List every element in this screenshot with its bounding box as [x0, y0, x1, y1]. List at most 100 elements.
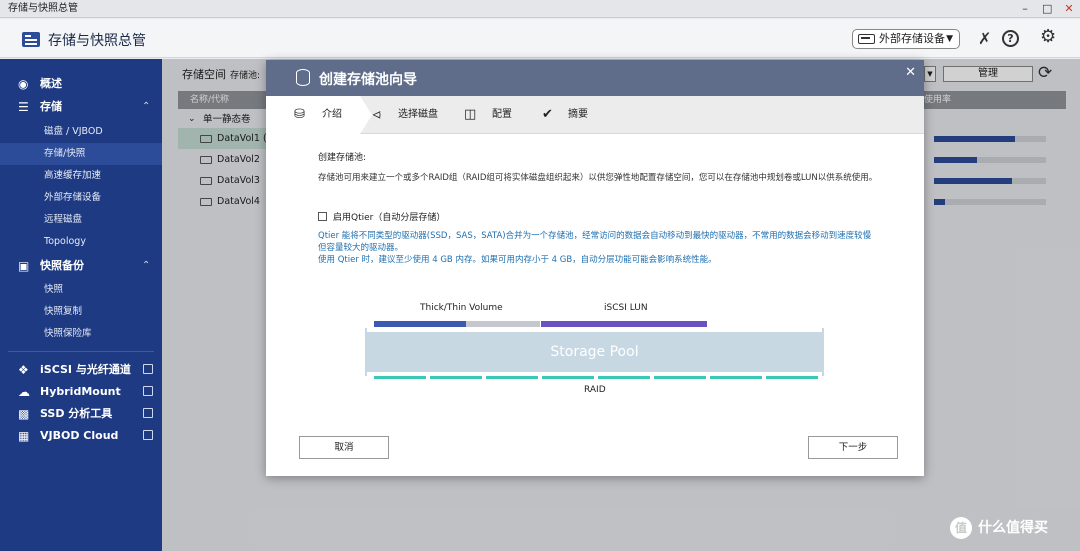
iscsi-icon: ❖ — [18, 363, 29, 377]
qtier-checkbox-label: 启用Qtier（自动分层存储） — [333, 213, 446, 223]
storage-pool-icon — [296, 69, 310, 86]
sidebar-group-storage[interactable]: ☰ 存储 ⌃ — [0, 96, 162, 118]
qtier-info-line: Qtier 能将不同类型的驱动器(SSD，SAS，SATA)合并为一个存储池，经… — [318, 231, 872, 253]
volume-thin-bar — [466, 321, 540, 327]
chevron-up-icon: ⌃ — [142, 260, 151, 271]
sidebar-item-label: 概述 — [40, 77, 62, 90]
pool-description: 存储池可用来建立一个或多个RAID组（RAID组可将实体磁盘组织起来）以供您弹性… — [318, 173, 878, 183]
sidebar-link-label: HybridMount — [40, 385, 121, 398]
database-icon: ☰ — [18, 100, 29, 114]
qtier-info-line: 使用 Qtier 时，建议至少使用 4 GB 内存。如果可用内存小于 4 GB，… — [318, 255, 717, 265]
sidebar-group-label: 存储 — [40, 100, 62, 113]
sidebar-link-label: iSCSI 与光纤通道 — [40, 363, 131, 376]
sidebar-item-external-storage[interactable]: 外部存储设备 — [0, 187, 162, 209]
step-label: 摘要 — [568, 109, 588, 120]
sidebar-link-iscsi[interactable]: ❖ iSCSI 与光纤通道 — [0, 359, 162, 381]
step-summary: ✔ 摘要 — [542, 96, 602, 134]
sidebar-link-hybridmount[interactable]: ☁ HybridMount — [0, 381, 162, 403]
sidebar-link-ssd-tool[interactable]: ▩ SSD 分析工具 — [0, 403, 162, 425]
close-icon[interactable]: ✕ — [905, 65, 916, 80]
sidebar-item-disks[interactable]: 磁盘 / VJBOD — [0, 121, 162, 143]
next-button[interactable]: 下一步 — [808, 436, 898, 459]
external-link-icon — [143, 364, 153, 374]
watermark-logo-icon: 值 — [950, 517, 972, 539]
step-label: 介绍 — [322, 109, 342, 120]
watermark-text: 什么值得买 — [978, 520, 1048, 536]
sidebar: ◉ 概述 ☰ 存储 ⌃ 磁盘 / VJBOD 存储/快照 高速缓存加速 外部存储… — [0, 59, 162, 551]
diagram-lun-label: iSCSI LUN — [604, 303, 648, 313]
step-configure: ◫ 配置 — [464, 96, 524, 134]
sidebar-item-snapshot-replica[interactable]: 快照复制 — [0, 301, 162, 323]
window-controls: – □ ✕ — [1020, 0, 1074, 18]
step-label: 配置 — [492, 109, 512, 120]
section-title: 创建存储池: — [318, 153, 367, 163]
diagram-volume-label: Thick/Thin Volume — [420, 303, 503, 313]
sidebar-item-overview[interactable]: ◉ 概述 — [0, 73, 162, 95]
step-select-disks: ⏿ 选择磁盘 — [372, 96, 452, 134]
chevron-down-icon: ▼ — [946, 34, 953, 44]
external-device-label: 外部存储设备 — [879, 32, 945, 45]
watermark: 值 什么值得买 — [950, 517, 1070, 539]
minimize-icon[interactable]: – — [1020, 0, 1030, 18]
lun-bar — [541, 321, 707, 327]
dialog-header: 创建存储池向导 ✕ — [266, 60, 924, 96]
cloud-icon: ☁ — [18, 385, 30, 399]
raid-segment — [542, 376, 594, 379]
raid-segment — [598, 376, 650, 379]
external-drive-icon — [858, 34, 875, 44]
snapshot-icon: ▣ — [18, 259, 30, 273]
step-intro: ⛁ 介绍 — [266, 96, 360, 134]
diagram-raid-label: RAID — [584, 385, 606, 395]
raid-segment — [430, 376, 482, 379]
external-link-icon — [143, 386, 153, 396]
sidebar-link-vjbod-cloud[interactable]: ▦ VJBOD Cloud — [0, 425, 162, 447]
raid-segment — [486, 376, 538, 379]
sidebar-item-snapshot-vault[interactable]: 快照保险库 — [0, 323, 162, 345]
qtier-option[interactable]: 启用Qtier（自动分层存储） — [318, 210, 445, 223]
raid-segment — [374, 376, 426, 379]
sidebar-item-topology[interactable]: Topology — [0, 231, 162, 253]
sidebar-group-snapshot-backup[interactable]: ▣ 快照备份 ⌃ — [0, 255, 162, 277]
config-icon: ◫ — [464, 107, 477, 122]
app-title: 存储与快照总管 — [48, 33, 146, 49]
step-arrow — [360, 96, 372, 134]
sidebar-item-remote-disk[interactable]: 远程磁盘 — [0, 209, 162, 231]
sidebar-item-storage-snapshot[interactable]: 存储/快照 — [0, 143, 162, 165]
create-pool-wizard-dialog: 创建存储池向导 ✕ ⛁ 介绍 ⏿ 选择磁盘 ◫ 配置 ✔ 摘要 创建存储池: 存… — [266, 60, 924, 476]
step-label: 选择磁盘 — [398, 109, 438, 120]
close-window-icon[interactable]: ✕ — [1064, 0, 1074, 18]
window-titlebar: 存储与快照总管 – □ ✕ — [0, 0, 1080, 18]
sidebar-group-label: 快照备份 — [40, 259, 84, 272]
qtier-checkbox[interactable] — [318, 212, 327, 221]
sidebar-link-label: SSD 分析工具 — [40, 407, 113, 420]
storage-app-icon — [22, 32, 40, 47]
check-circle-icon: ✔ — [542, 107, 553, 122]
qtier-info: Qtier 能将不同类型的驱动器(SSD，SAS，SATA)合并为一个存储池，经… — [318, 230, 878, 266]
cancel-button[interactable]: 取消 — [299, 436, 389, 459]
help-icon[interactable]: ? — [1002, 30, 1019, 47]
volume-thick-bar — [374, 321, 466, 327]
maximize-icon[interactable]: □ — [1042, 0, 1052, 18]
disks-icon: ⛁ — [294, 107, 305, 122]
dialog-title: 创建存储池向导 — [319, 72, 417, 88]
wizard-steps: ⛁ 介绍 ⏿ 选择磁盘 ◫ 配置 ✔ 摘要 — [266, 96, 924, 134]
window-title: 存储与快照总管 — [8, 3, 78, 14]
raid-segment — [766, 376, 818, 379]
dashboard-icon: ◉ — [18, 77, 29, 91]
sidebar-item-snapshot[interactable]: 快照 — [0, 279, 162, 301]
disk-drive-icon: ⏿ — [372, 107, 382, 122]
gear-icon[interactable]: ⚙ — [1040, 28, 1056, 46]
tools-icon[interactable]: ✗ — [978, 30, 991, 48]
app-header: 存储与快照总管 外部存储设备 ▼ ✗ ? ⚙ — [0, 19, 1080, 58]
sidebar-item-cache[interactable]: 高速缓存加速 — [0, 165, 162, 187]
sidebar-divider — [8, 351, 154, 352]
ssd-icon: ▩ — [18, 407, 30, 421]
external-link-icon — [143, 408, 153, 418]
external-device-dropdown[interactable]: 外部存储设备 ▼ — [852, 29, 960, 49]
sidebar-link-label: VJBOD Cloud — [40, 429, 119, 442]
storage-pool-block: Storage Pool — [365, 328, 824, 376]
external-link-icon — [143, 430, 153, 440]
chevron-up-icon: ⌃ — [142, 101, 151, 112]
vjbod-icon: ▦ — [18, 429, 30, 443]
raid-segment — [710, 376, 762, 379]
